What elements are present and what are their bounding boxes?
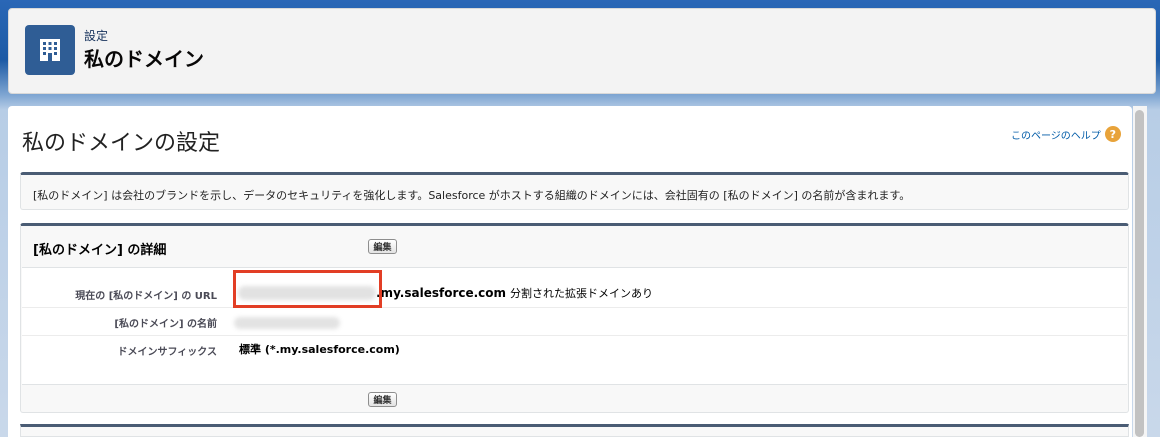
field-value-suffix: 標準 (*.my.salesforce.com) [239,343,400,356]
breadcrumb[interactable]: 設定 [84,27,108,44]
highlight-annotation [233,270,382,308]
description-text: [私のドメイン] は会社のブランドを示し、データのセキュリティを強化します。Sa… [33,189,911,202]
detail-row-name: [私のドメイン] の名前 [22,308,1127,336]
page-header-title: 私のドメイン [84,47,204,71]
detail-section: [私のドメイン] の詳細 編集 現在の [私のドメイン] の URL .my.s… [20,223,1129,413]
page-title: 私のドメインの設定 [22,131,221,156]
url-suffix: .my.salesforce.com [376,286,507,300]
edit-button-top[interactable]: 編集 [368,239,397,254]
page-header: 設定 私のドメイン [8,8,1156,94]
field-label-name: [私のドメイン] の名前 [114,319,217,330]
detail-section-title: [私のドメイン] の詳細 [33,243,167,258]
detail-row-url: 現在の [私のドメイン] の URL .my.salesforce.com 分割… [22,280,1127,308]
field-label-url: 現在の [私のドメイン] の URL [75,291,217,302]
next-section [20,424,1129,437]
redacted-name [234,317,340,329]
scrollbar-thumb[interactable] [1135,110,1144,437]
field-label-suffix: ドメインサフィックス [117,347,218,358]
help-link-label[interactable]: このページのヘルプ [1011,127,1101,142]
detail-fields: 現在の [私のドメイン] の URL .my.salesforce.com 分割… [22,267,1127,385]
help-link[interactable]: このページのヘルプ ? [1011,126,1121,142]
detail-row-suffix: ドメインサフィックス 標準 (*.my.salesforce.com) [22,336,1127,364]
building-icon [25,25,75,75]
url-note: 分割された拡張ドメインあり [510,287,654,300]
help-icon[interactable]: ? [1104,126,1121,142]
description-box: [私のドメイン] は会社のブランドを示し、データのセキュリティを強化します。Sa… [20,172,1129,210]
edit-button-bottom[interactable]: 編集 [368,392,397,407]
